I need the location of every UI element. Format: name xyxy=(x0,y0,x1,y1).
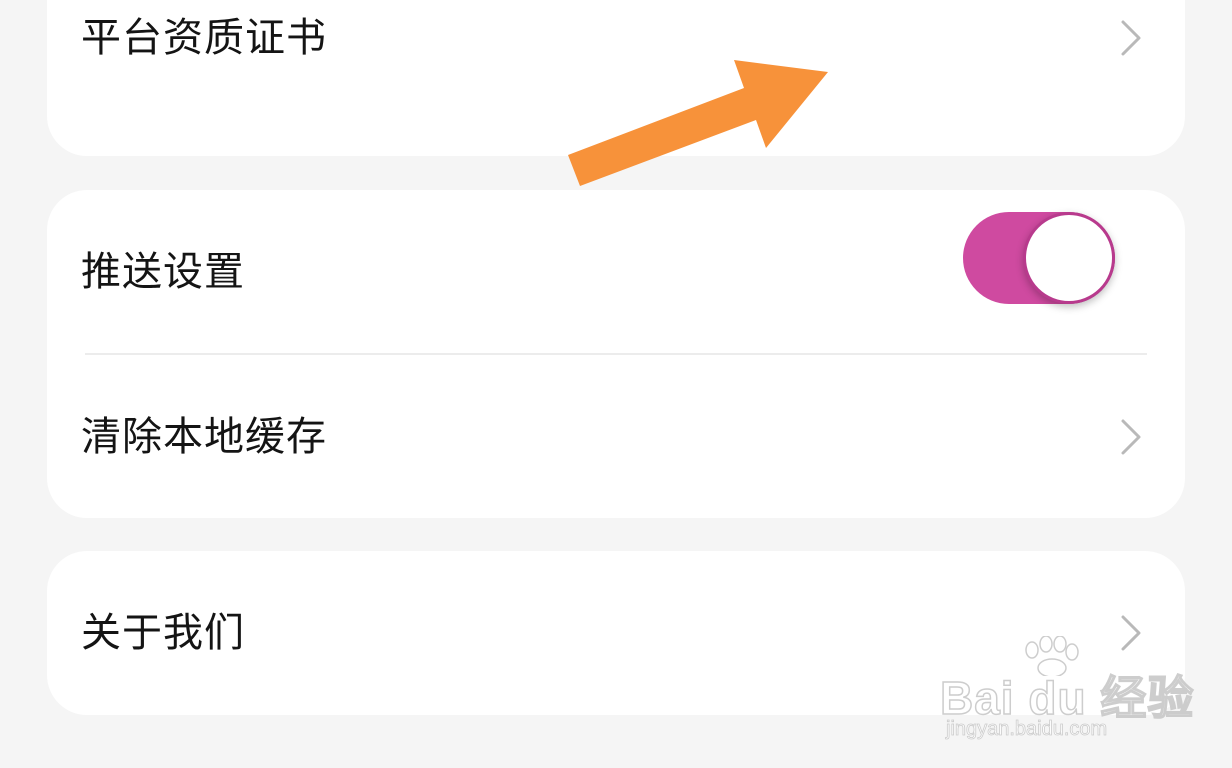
baidu-jingyan-watermark: Bai du 经验 jingyan.baidu.com xyxy=(939,636,1194,746)
settings-item-label: 推送设置 xyxy=(81,249,245,295)
settings-item-label: 关于我们 xyxy=(81,610,245,656)
settings-card-general: 推送设置 清除本地缓存 xyxy=(47,190,1185,518)
watermark-url: jingyan.baidu.com xyxy=(946,718,1108,741)
settings-item-clear-cache[interactable]: 清除本地缓存 xyxy=(47,355,1185,518)
settings-item-push-settings[interactable]: 推送设置 xyxy=(47,190,1185,354)
settings-item-label: 清除本地缓存 xyxy=(81,414,327,460)
arrow-right-up-icon xyxy=(560,52,840,192)
push-settings-toggle[interactable] xyxy=(963,212,1115,304)
settings-item-label: 平台资质证书 xyxy=(81,15,327,61)
chevron-right-icon xyxy=(1119,417,1143,457)
chevron-right-icon xyxy=(1119,18,1143,58)
toggle-knob xyxy=(1023,212,1115,304)
